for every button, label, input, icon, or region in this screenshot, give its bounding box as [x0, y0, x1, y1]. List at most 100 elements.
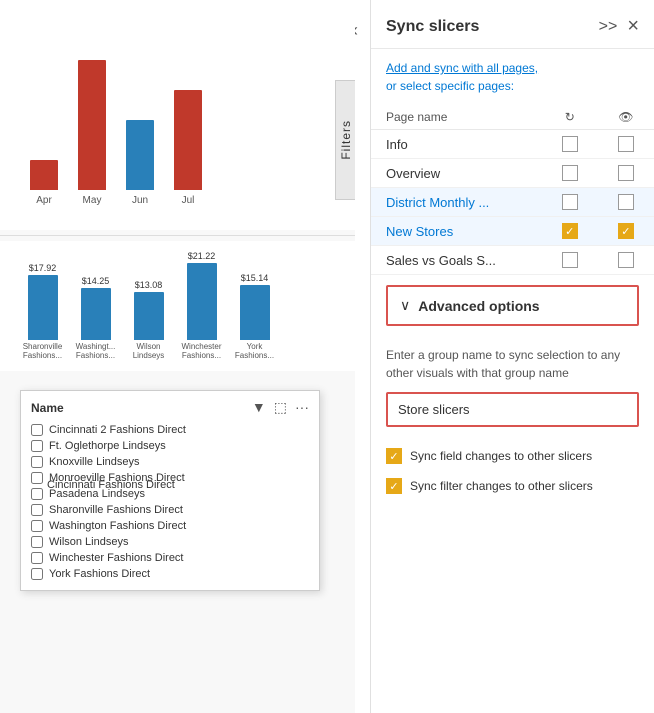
- sync-checkbox-district[interactable]: [562, 194, 578, 210]
- slicer-checkbox-pasadena[interactable]: [31, 488, 43, 500]
- pages-table: Page name ↻ 👁 Info Overview District Mon…: [371, 105, 654, 275]
- slicer-label-cincinnati2: Cincinnati 2 Fashions Direct: [49, 424, 186, 436]
- page-name-newstores: New Stores: [371, 217, 542, 246]
- slicer-label-ftoglethorpe: Ft. Oglethorpe Lindseys: [49, 440, 166, 452]
- table-row-district: District Monthly ...: [371, 188, 654, 217]
- right-panel: Sync slicers >> × Add and sync with all …: [370, 0, 654, 713]
- bar-group-jun: [126, 120, 154, 190]
- visible-cell-info[interactable]: [598, 130, 654, 159]
- bar-rect-washington: [81, 288, 111, 340]
- visible-checkbox-district[interactable]: [618, 194, 634, 210]
- slicer-header: Name ▼ ⬚ ···: [31, 399, 309, 416]
- page-name-info: Info: [371, 130, 542, 159]
- bar-rect-winchester: [187, 263, 217, 340]
- sync-field-checkbox[interactable]: [386, 448, 402, 464]
- chevron-down-icon: ∨: [400, 297, 410, 314]
- sync-cell-district[interactable]: [542, 188, 598, 217]
- bar-jun: [126, 120, 154, 190]
- bar-value-winchester: $21.22: [188, 251, 216, 261]
- visible-checkbox-overview[interactable]: [618, 165, 634, 181]
- slicer-checkbox-winchester[interactable]: [31, 552, 43, 564]
- refresh-icon: ↻: [557, 110, 583, 124]
- advanced-options-section: ∨ Advanced options: [386, 285, 639, 326]
- sync-checkbox-info[interactable]: [562, 136, 578, 152]
- visible-cell-salesgoals[interactable]: [598, 246, 654, 275]
- bar-item-sharonville: $17.92 Sharonville Fashions...: [20, 263, 65, 361]
- sync-filter-option: Sync filter changes to other slicers: [386, 477, 639, 495]
- slicer-item-knoxville[interactable]: Knoxville Lindseys: [31, 454, 309, 470]
- chart-bottom: $17.92 Sharonville Fashions... $14.25 Wa…: [0, 241, 355, 371]
- forward-icon[interactable]: >>: [599, 18, 618, 36]
- group-description: Enter a group name to sync selection to …: [386, 346, 639, 382]
- bar-item-york: $15.14 York Fashions...: [232, 273, 277, 361]
- group-section: Enter a group name to sync selection to …: [371, 336, 654, 437]
- filter-icon[interactable]: ▼: [252, 399, 266, 416]
- more-icon[interactable]: ···: [295, 399, 309, 416]
- slicer-checkbox-monroeville[interactable]: [31, 472, 43, 484]
- bar-name-sharonville: Sharonville Fashions...: [20, 342, 65, 361]
- bar-group-may: [78, 60, 106, 190]
- sync-checkbox-newstores[interactable]: [562, 223, 578, 239]
- col-sync: ↻: [542, 105, 598, 130]
- slicer-item-cincinnati2[interactable]: Cincinnati 2 Fashions Direct: [31, 422, 309, 438]
- slicer-checkbox-sharonville[interactable]: [31, 504, 43, 516]
- slicer-label-winchester: Winchester Fashions Direct: [49, 552, 184, 564]
- slicer-item-ftoglethorpe[interactable]: Ft. Oglethorpe Lindseys: [31, 438, 309, 454]
- sync-link-area: Add and sync with all pages, or select s…: [371, 49, 654, 100]
- sync-cell-newstores[interactable]: [542, 217, 598, 246]
- visible-cell-overview[interactable]: [598, 159, 654, 188]
- sync-checkbox-overview[interactable]: [562, 165, 578, 181]
- sync-field-option: Sync field changes to other slicers: [386, 447, 639, 465]
- advanced-options-header[interactable]: ∨ Advanced options: [388, 287, 637, 324]
- slicer-checkbox-cincinnati2[interactable]: [31, 424, 43, 436]
- slicer-item-wilson[interactable]: Wilson Lindseys: [31, 534, 309, 550]
- bar-name-york: York Fashions...: [232, 342, 277, 361]
- bar-name-winchester: Winchester Fashions...: [179, 342, 224, 361]
- slicer-item-washington[interactable]: Washington Fashions Direct: [31, 518, 309, 534]
- bar-item-washington: $14.25 Washingt... Fashions...: [73, 276, 118, 361]
- group-name-input[interactable]: [388, 394, 637, 425]
- slicer-item-winchester[interactable]: Winchester Fashions Direct: [31, 550, 309, 566]
- sync-field-label: Sync field changes to other slicers: [410, 447, 592, 465]
- visible-checkbox-salesgoals[interactable]: [618, 252, 634, 268]
- group-input-wrapper: [386, 392, 639, 427]
- bar-item-wilson: $13.08 Wilson Lindseys: [126, 280, 171, 361]
- sync-cell-salesgoals[interactable]: [542, 246, 598, 275]
- slicer-item-york[interactable]: York Fashions Direct: [31, 566, 309, 582]
- x-label-jul: Jul: [174, 195, 202, 206]
- slicer-checkbox-knoxville[interactable]: [31, 456, 43, 468]
- bar-value-washington: $14.25: [82, 276, 110, 286]
- focus-icon[interactable]: ⬚: [274, 399, 287, 416]
- visible-cell-district[interactable]: [598, 188, 654, 217]
- slicer-item-sharonville[interactable]: Sharonville Fashions Direct: [31, 502, 309, 518]
- bar-group-jul: [174, 90, 202, 190]
- slicer-checkbox-washington[interactable]: [31, 520, 43, 532]
- sync-cell-overview[interactable]: [542, 159, 598, 188]
- x-label-may: May: [78, 195, 106, 206]
- bar-value-sharonville: $17.92: [29, 263, 57, 273]
- table-row-salesgoals: Sales vs Goals S...: [371, 246, 654, 275]
- bar-rect-sharonville: [28, 275, 58, 340]
- slicer-label-york: York Fashions Direct: [49, 568, 150, 580]
- filters-tab-label: Filters: [339, 120, 353, 160]
- sync-link-text[interactable]: Add and sync with all pages,: [386, 61, 538, 75]
- sync-options: Sync field changes to other slicers Sync…: [371, 437, 654, 517]
- visible-checkbox-newstores[interactable]: [618, 223, 634, 239]
- sync-cell-info[interactable]: [542, 130, 598, 159]
- panel-header: Sync slicers >> ×: [371, 0, 654, 49]
- slicer-checkbox-york[interactable]: [31, 568, 43, 580]
- visible-cell-newstores[interactable]: [598, 217, 654, 246]
- bar-name-wilson: Wilson Lindseys: [126, 342, 171, 361]
- sync-checkbox-salesgoals[interactable]: [562, 252, 578, 268]
- visible-checkbox-info[interactable]: [618, 136, 634, 152]
- slicer-label-knoxville: Knoxville Lindseys: [49, 456, 140, 468]
- bar-item-winchester: $21.22 Winchester Fashions...: [179, 251, 224, 361]
- slicer-checkbox-ftoglethorpe[interactable]: [31, 440, 43, 452]
- slicer-checkbox-wilson[interactable]: [31, 536, 43, 548]
- close-icon[interactable]: ×: [627, 15, 639, 38]
- filters-tab[interactable]: Filters: [335, 80, 355, 200]
- bars-area-top: [10, 20, 345, 190]
- page-name-district: District Monthly ...: [371, 188, 542, 217]
- left-panel: Apr May Jun Jul $17.92 Sharonville Fashi…: [0, 0, 355, 713]
- sync-filter-checkbox[interactable]: [386, 478, 402, 494]
